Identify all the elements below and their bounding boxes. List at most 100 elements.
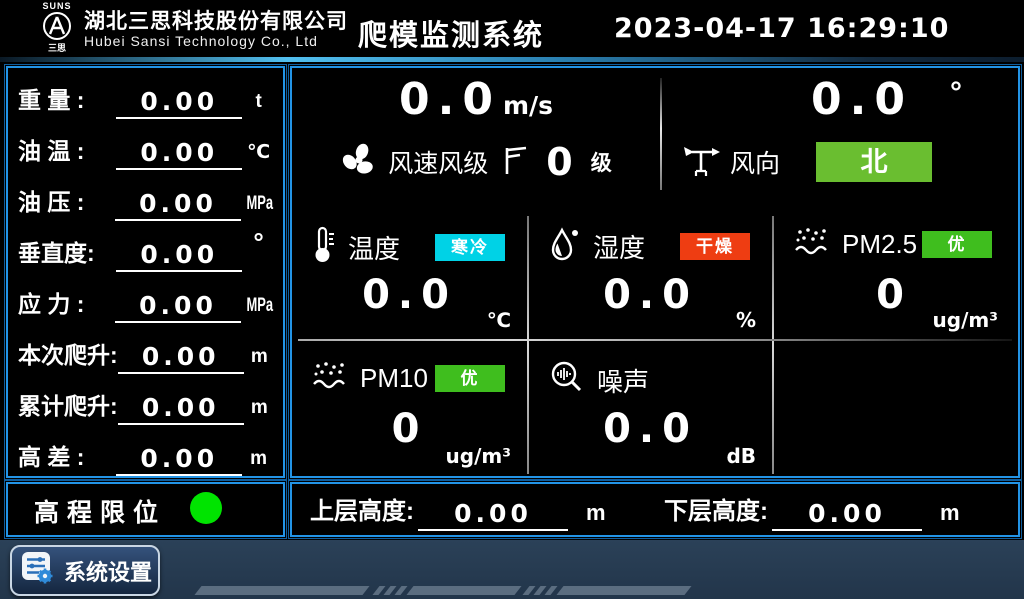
- row-label: 垂直度:: [18, 234, 116, 272]
- sensor-status-badge: 干燥: [680, 233, 750, 260]
- row-label: 本次爬升:: [18, 336, 118, 374]
- dust-icon: [312, 360, 348, 397]
- elevation-limit-label: 高程限位: [34, 493, 166, 529]
- thermometer-icon: [312, 226, 336, 269]
- measurements-panel: 重 量 : 0.00 t 油 温 : 0.00 ℃ 油 压 : 0.00 MPa…: [6, 66, 285, 478]
- page-title: 爬模监测系统: [358, 12, 544, 54]
- grid-divider-horizontal: [298, 339, 1012, 341]
- sensor-name: 温度: [348, 229, 400, 266]
- climbing-formwork-monitor-screen: SUNS 三思 湖北三思科技股份有限公司 Hubei Sansi Technol…: [0, 0, 1024, 599]
- row-value: 0.00: [116, 138, 242, 170]
- wind-direction-section: 0.0 ° 风向 北: [662, 68, 1014, 204]
- sensor-status-badge: 优: [922, 231, 992, 258]
- logo-text-bottom: 三思: [32, 44, 82, 53]
- settings-button-label: 系统设置: [64, 555, 152, 587]
- wind-speed-label: 风速风级: [388, 144, 488, 180]
- sensor-name: 噪声: [597, 362, 649, 399]
- row-label: 累计爬升:: [18, 387, 118, 425]
- row-unit: m: [242, 448, 275, 476]
- wind-speed-unit: m/s: [503, 91, 553, 120]
- measurement-row-oil-pressure: 油 压 : 0.00 MPa: [18, 172, 275, 221]
- sensor-name: 湿度: [593, 228, 645, 265]
- droplet-icon: [549, 226, 581, 267]
- footer-bar: 系统设置: [0, 540, 1024, 599]
- upper-height-group: 上层高度: 0.00 m: [310, 484, 606, 531]
- environment-panel: 0.0m/s 风速风级: [290, 66, 1020, 478]
- row-value: 0.00: [115, 291, 241, 323]
- row-value: 0.00: [118, 393, 244, 425]
- wind-direction-indicator: 北: [816, 142, 932, 182]
- sensor-cell-noise: 噪声 0.0 dB: [529, 344, 772, 474]
- sensor-unit: ug/m³: [446, 444, 511, 468]
- measurement-row-height-diff: 高 差 : 0.00 m: [18, 427, 275, 476]
- measurement-row-weight: 重 量 : 0.00 t: [18, 70, 275, 119]
- company-name-cn: 湖北三思科技股份有限公司: [84, 5, 348, 35]
- sensor-unit: %: [736, 308, 756, 332]
- row-value: 0.00: [116, 444, 242, 476]
- row-label: 油 压 :: [18, 183, 115, 221]
- lower-height-unit: m: [940, 500, 960, 531]
- row-label: 高 差 :: [18, 438, 116, 476]
- footer-stripe-decoration: [394, 586, 407, 595]
- lower-height-value: 0.00: [772, 499, 922, 531]
- measurement-row-verticality: 垂直度: 0.00 °: [18, 223, 275, 272]
- sensor-name: PM10: [360, 363, 428, 394]
- company-name-en: Hubei Sansi Technology Co., Ltd: [84, 33, 318, 49]
- wind-scale-icon: [502, 144, 528, 181]
- sensor-unit: ug/m³: [933, 308, 998, 332]
- row-value: 0.00: [116, 240, 242, 272]
- row-value: 0.00: [118, 342, 244, 374]
- footer-stripe-decoration: [556, 586, 691, 595]
- sensor-unit: dB: [726, 444, 756, 468]
- sensor-cell-pm10: PM10 优 0 ug/m³: [292, 344, 527, 474]
- footer-stripe-decoration: [544, 586, 557, 595]
- measurement-row-stress: 应 力 : 0.00 MPa: [18, 274, 275, 323]
- measurement-row-oil-temp: 油 温 : 0.00 ℃: [18, 121, 275, 170]
- row-label: 应 力 :: [18, 285, 115, 323]
- wind-direction-unit: °: [950, 76, 962, 110]
- wind-direction-value: 0.0: [811, 74, 913, 125]
- noise-meter-icon: [549, 360, 585, 401]
- sensor-status-badge: 优: [435, 365, 505, 392]
- sensor-unit: ℃: [487, 308, 511, 332]
- row-label: 油 温 :: [18, 132, 116, 170]
- sensor-status-badge: 寒冷: [435, 234, 505, 261]
- measurement-row-total-climb: 累计爬升: 0.00 m: [18, 376, 275, 425]
- footer-stripe-decoration: [406, 586, 521, 595]
- measurement-row-current-climb: 本次爬升: 0.00 m: [18, 325, 275, 374]
- row-value: 0.00: [116, 87, 242, 119]
- lower-height-group: 下层高度: 0.00 m: [664, 484, 960, 531]
- row-unit: MPa: [246, 295, 269, 323]
- lower-height-label: 下层高度:: [664, 491, 768, 531]
- settings-sliders-gear-icon: [20, 550, 56, 591]
- logo-text-top: SUNS: [32, 1, 82, 11]
- wind-scale-unit: 级: [591, 147, 612, 177]
- elevation-limit-status-light: [190, 492, 222, 524]
- upper-height-unit: m: [586, 500, 606, 531]
- header-divider-bar: [0, 57, 1024, 62]
- dust-icon: [794, 226, 830, 263]
- elevation-limit-panel: 高程限位: [6, 482, 285, 537]
- company-logo: SUNS 三思: [32, 1, 82, 53]
- sensor-cell-humidity: 湿度 干燥 0.0 %: [529, 210, 772, 338]
- datetime-display: 2023-04-17 16:29:10: [614, 13, 949, 44]
- row-unit: °: [242, 227, 275, 272]
- wind-speed-value: 0.0: [399, 74, 501, 125]
- sensor-name: PM2.5: [842, 229, 917, 260]
- wind-vane-icon: [682, 143, 722, 182]
- wind-speed-section: 0.0m/s 风速风级: [292, 68, 660, 204]
- sensor-cell-temperature: 温度 寒冷 0.0 ℃: [292, 210, 527, 338]
- row-unit: MPa: [246, 193, 269, 221]
- fan-icon: [340, 141, 378, 184]
- row-value: 0.00: [115, 189, 241, 221]
- footer-stripe-decoration: [194, 586, 369, 595]
- wind-scale-value: 0: [546, 140, 572, 184]
- heights-panel: 上层高度: 0.00 m 下层高度: 0.00 m: [290, 482, 1020, 537]
- row-unit: m: [244, 397, 275, 425]
- system-settings-button[interactable]: 系统设置: [10, 545, 160, 596]
- sansi-logo-icon: [42, 11, 72, 46]
- wind-direction-label: 风向: [730, 144, 780, 180]
- row-unit: ℃: [242, 141, 275, 170]
- sensor-cell-pm25: PM2.5 优 0 ug/m³: [774, 210, 1014, 338]
- upper-height-value: 0.00: [418, 499, 568, 531]
